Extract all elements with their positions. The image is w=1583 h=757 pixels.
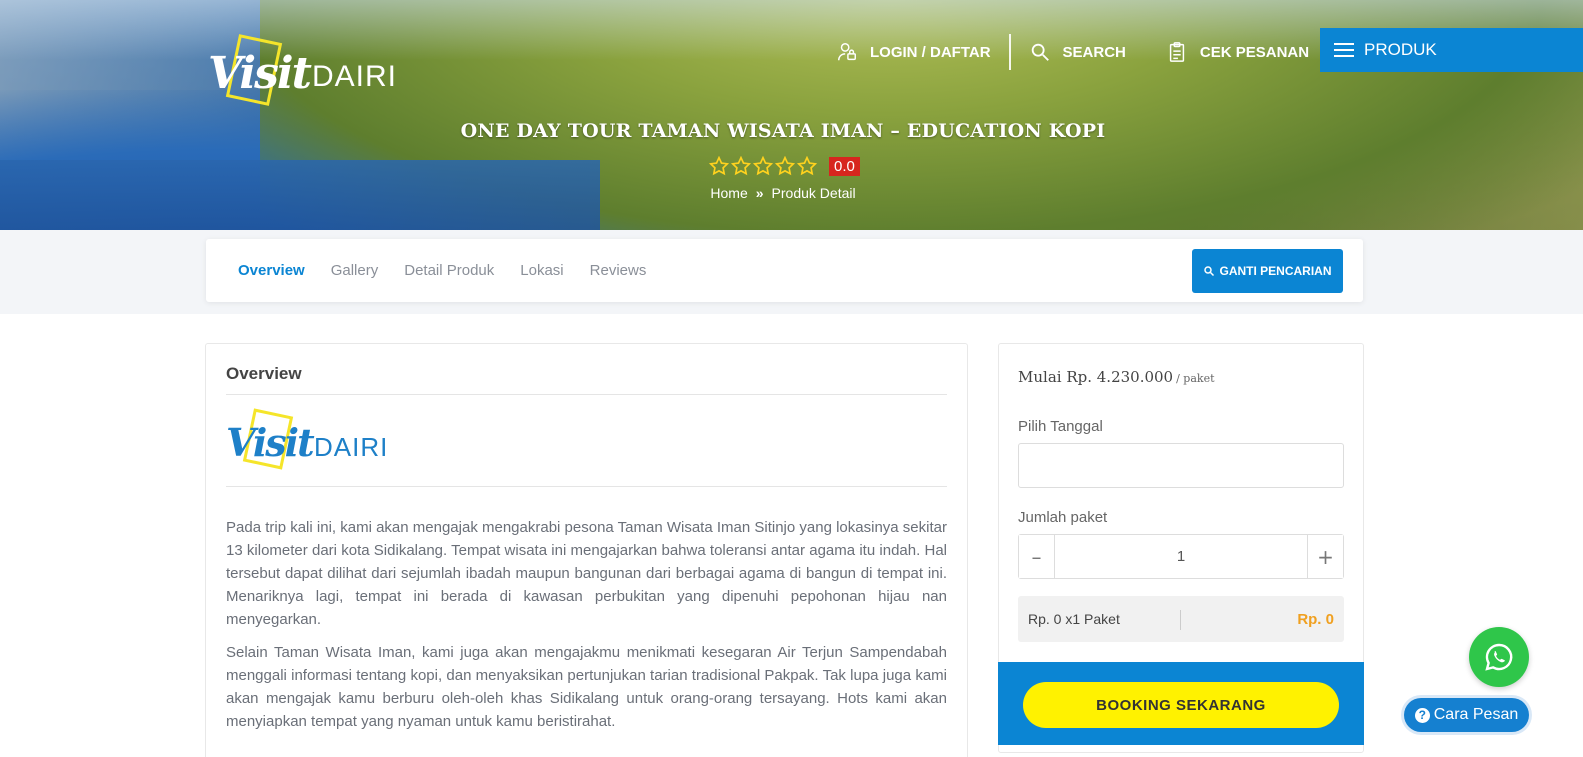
cara-pesan-label: Cara Pesan bbox=[1433, 706, 1519, 723]
subtotal-detail: Rp. 0 x1 Paket bbox=[1028, 611, 1120, 627]
ganti-pencarian-button[interactable]: GANTI PENCARIAN bbox=[1192, 249, 1343, 293]
tab-lokasi[interactable]: Lokasi bbox=[520, 262, 563, 279]
cara-pesan-button[interactable]: ? Cara Pesan bbox=[1404, 698, 1529, 732]
date-label: Pilih Tanggal bbox=[1018, 418, 1103, 435]
hero-banner: Visit DAIRI LOGIN / DAFTAR SEARCH CEK PE… bbox=[0, 0, 1583, 230]
clipboard-icon bbox=[1169, 42, 1185, 62]
tab-bar: Overview Gallery Detail Produk Lokasi Re… bbox=[206, 239, 1363, 302]
price: Mulai Rp. 4.230.000/ paket bbox=[1018, 368, 1215, 386]
increment-button[interactable]: + bbox=[1307, 535, 1343, 578]
overview-card: Overview Visit DAIRI Pada trip kali ini,… bbox=[205, 343, 968, 757]
overview-paragraph: Selain Taman Wisata Iman, kami juga akan… bbox=[226, 644, 947, 730]
tab-reviews[interactable]: Reviews bbox=[590, 262, 647, 279]
price-unit: / paket bbox=[1176, 372, 1215, 385]
quantity-stepper: – 1 + bbox=[1018, 534, 1344, 579]
user-icon bbox=[838, 43, 856, 61]
subtotal-price: Rp. 0 bbox=[1297, 611, 1334, 628]
tab-gallery[interactable]: Gallery bbox=[331, 262, 379, 279]
chevron-double-right-icon: » bbox=[755, 185, 764, 201]
booking-sekarang-button[interactable]: BOOKING SEKARANG bbox=[1023, 682, 1339, 728]
cek-pesanan-label: CEK PESANAN bbox=[1199, 43, 1310, 61]
rating-badge: 0.0 bbox=[829, 156, 860, 176]
divider bbox=[226, 486, 947, 487]
breadcrumb: Home » Produk Detail bbox=[0, 185, 1566, 201]
produk-label: PRODUK bbox=[1364, 40, 1437, 59]
menu-icon bbox=[1334, 43, 1354, 57]
overview-heading: Overview bbox=[226, 364, 302, 383]
breadcrumb-current: Produk Detail bbox=[771, 185, 856, 201]
login-link[interactable]: LOGIN / DAFTAR bbox=[836, 34, 991, 70]
logo-script: Visit bbox=[226, 420, 315, 465]
top-navigation: LOGIN / DAFTAR SEARCH CEK PESANAN bbox=[836, 32, 1347, 72]
tab-overview[interactable]: Overview bbox=[238, 262, 305, 279]
logo-script: Visit bbox=[208, 48, 312, 99]
overview-description: Pada trip kali ini, kami akan mengajak m… bbox=[226, 516, 947, 743]
rating: 0.0 bbox=[709, 156, 860, 176]
quantity-value[interactable]: 1 bbox=[1055, 535, 1307, 578]
whatsapp-icon bbox=[1485, 643, 1513, 671]
qty-label: Jumlah paket bbox=[1018, 509, 1108, 526]
logo-text: DAIRI bbox=[312, 60, 398, 93]
tab-detail-produk[interactable]: Detail Produk bbox=[404, 262, 494, 279]
logo-text: DAIRI bbox=[314, 432, 389, 462]
search-link[interactable]: SEARCH bbox=[1029, 34, 1126, 70]
star-outline-icon bbox=[731, 156, 751, 176]
search-icon bbox=[1204, 266, 1215, 277]
page-title: ONE DAY TOUR TAMAN WISATA IMAN – EDUCATI… bbox=[460, 120, 1106, 142]
ganti-pencarian-label: GANTI PENCARIAN bbox=[1219, 264, 1332, 278]
star-outline-icon bbox=[775, 156, 795, 176]
price-label: Mulai Rp. 4.230.000 bbox=[1018, 368, 1174, 386]
date-field[interactable] bbox=[1018, 443, 1344, 488]
booking-band: BOOKING SEKARANG bbox=[998, 662, 1364, 745]
decrement-button[interactable]: – bbox=[1019, 535, 1055, 578]
star-outline-icon bbox=[709, 156, 729, 176]
tabs: Overview Gallery Detail Produk Lokasi Re… bbox=[238, 239, 672, 302]
breadcrumb-home[interactable]: Home bbox=[710, 185, 747, 201]
divider bbox=[226, 394, 947, 395]
booking-card: Mulai Rp. 4.230.000/ paket Pilih Tanggal… bbox=[998, 343, 1364, 753]
nav-divider bbox=[1008, 34, 1011, 70]
search-label: SEARCH bbox=[1062, 43, 1126, 61]
star-outline-icon bbox=[753, 156, 773, 176]
question-icon: ? bbox=[1414, 707, 1430, 723]
produk-menu-button[interactable]: PRODUK bbox=[1320, 28, 1583, 72]
star-outline-icon bbox=[797, 156, 817, 176]
overview-logo: Visit DAIRI bbox=[226, 408, 396, 470]
cek-pesanan-link[interactable]: CEK PESANAN bbox=[1166, 34, 1309, 70]
search-icon bbox=[1031, 43, 1049, 61]
site-logo[interactable]: Visit DAIRI bbox=[208, 34, 408, 108]
whatsapp-button[interactable] bbox=[1469, 627, 1529, 687]
overview-paragraph: Pada trip kali ini, kami akan mengajak m… bbox=[226, 519, 947, 628]
subtotal-box: Rp. 0 x1 Paket Rp. 0 bbox=[1018, 596, 1344, 642]
login-label: LOGIN / DAFTAR bbox=[870, 43, 991, 61]
